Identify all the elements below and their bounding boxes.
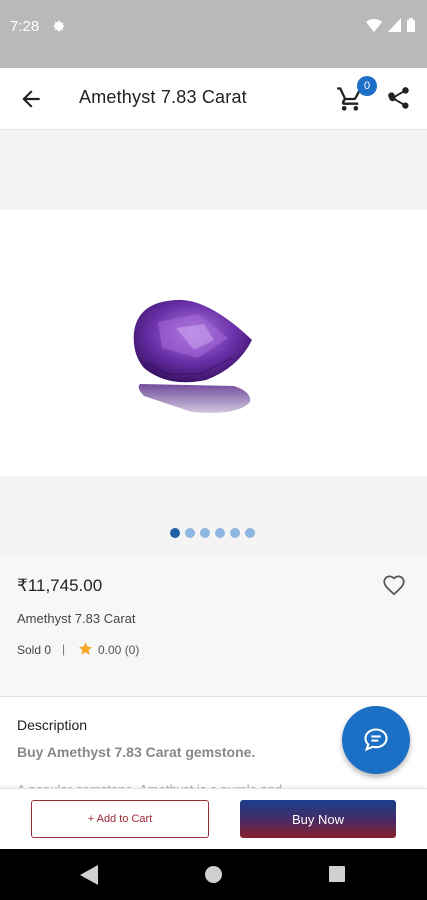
gallery-top-band [0, 131, 427, 210]
battery-icon [407, 18, 415, 32]
pagination-dot[interactable] [230, 528, 240, 538]
status-icons [366, 18, 415, 32]
buy-now-button[interactable]: Buy Now [240, 800, 396, 838]
pagination-dot[interactable] [200, 528, 210, 538]
system-nav-bar [0, 849, 427, 900]
nav-recents-icon[interactable] [329, 866, 345, 882]
sold-count: Sold 0 [17, 643, 52, 657]
nav-home-icon[interactable] [205, 866, 222, 883]
pagination-dot[interactable] [245, 528, 255, 538]
bottom-action-bar: + Add to Cart Buy Now [0, 788, 427, 849]
description-title: Buy Amethyst 7.83 Carat gemstone. [17, 744, 256, 760]
status-bar: 7:28 [0, 0, 427, 68]
back-arrow-icon[interactable] [18, 86, 44, 112]
image-pagination-dots [170, 528, 255, 538]
gallery-bottom-band [0, 476, 427, 556]
status-time: 7:28 [10, 18, 40, 35]
wifi-icon [366, 18, 382, 32]
page-title: Amethyst 7.83 Carat [79, 87, 247, 107]
add-to-cart-button[interactable]: + Add to Cart [31, 800, 209, 838]
rating-value: 0.00 (0) [98, 643, 140, 657]
signal-icon [388, 18, 401, 32]
product-name: Amethyst 7.83 Carat [17, 611, 136, 626]
nav-back-icon[interactable] [80, 865, 98, 885]
settings-gear-icon [53, 20, 65, 32]
pagination-dot[interactable] [170, 528, 180, 538]
chat-button[interactable] [342, 706, 410, 774]
pagination-dot[interactable] [215, 528, 225, 538]
heart-wishlist-icon[interactable] [381, 572, 407, 598]
product-price: ₹11,745.00 [17, 576, 103, 595]
star-icon [78, 642, 93, 655]
pagination-dot[interactable] [185, 528, 195, 538]
separator: | [62, 642, 66, 656]
description-heading: Description [17, 717, 88, 733]
share-icon[interactable] [386, 85, 412, 111]
cart-count-badge: 0 [357, 76, 377, 96]
chat-bubble-icon [364, 728, 388, 752]
amethyst-gem-image [133, 299, 252, 413]
